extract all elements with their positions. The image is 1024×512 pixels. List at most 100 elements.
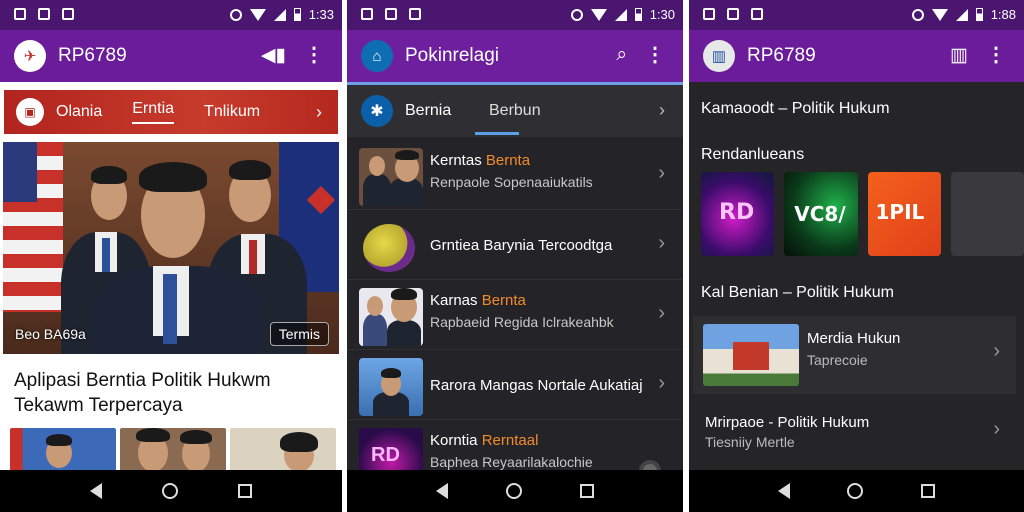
featured-card[interactable]: [950, 172, 1024, 256]
home-icon[interactable]: [506, 483, 522, 499]
status-time: 1:30: [649, 7, 675, 22]
list-item[interactable]: Kerntas Bernta Renpaole Sopenaaiukatils …: [347, 140, 683, 210]
item-subtitle: Baphea Reyaarilakalochie: [430, 454, 593, 470]
us-flag-image: [3, 142, 63, 312]
featured-card[interactable]: 1PIL: [867, 172, 941, 256]
phone-screen-1: 1:33 ✈ RP6789 ◀▮ ⋮ ▣ Olania Erntia Tnlik…: [0, 0, 342, 512]
status-bar: 1:88: [689, 0, 1024, 30]
library-icon[interactable]: ▥: [950, 44, 968, 67]
section-heading: Kal Benian – Politik Hukum: [701, 284, 894, 301]
more-menu-icon[interactable]: ⋮: [645, 42, 665, 67]
featured-card[interactable]: RD: [701, 172, 775, 256]
item-subtitle: Rapbaeid Regida Iclrakeahbk: [430, 314, 614, 330]
back-icon[interactable]: [90, 483, 102, 499]
back-icon[interactable]: [436, 483, 448, 499]
news-list: Kerntas Bernta Renpaole Sopenaaiukatils …: [347, 140, 683, 490]
item-subtitle: Tiesniiy Mertle: [705, 434, 795, 450]
recent-apps-icon[interactable]: [580, 484, 594, 498]
tab-tnlikum[interactable]: Tnlikum: [204, 103, 260, 121]
item-thumbnail: [359, 288, 423, 346]
item-title: Grntiea Barynia Tercoodtga: [430, 237, 613, 254]
more-menu-icon[interactable]: ⋮: [304, 42, 324, 67]
list-item[interactable]: Grntiea Barynia Tercoodtga ›: [347, 210, 683, 280]
news-thumbnail[interactable]: [10, 428, 116, 472]
chevron-right-icon: ›: [658, 372, 665, 394]
chevron-right-icon: ›: [658, 162, 665, 184]
news-thumbnails: [10, 428, 342, 472]
tab-bernia[interactable]: Bernia: [405, 102, 451, 120]
phone-screen-2: 1:30 ⌂ Pokinrelagi ⌕ ⋮ ✱ Bernia Berbun ›…: [347, 0, 683, 512]
search-icon[interactable]: ⌕: [616, 44, 627, 66]
status-icon: [703, 8, 715, 20]
system-nav-bar: [347, 470, 683, 512]
recent-apps-icon[interactable]: [238, 484, 252, 498]
wifi-icon: [249, 8, 266, 21]
signal-icon: [955, 8, 968, 21]
chevron-right-icon[interactable]: ›: [659, 100, 665, 121]
item-title: Korntia Rerntaal: [430, 432, 539, 449]
app-bar: ⌂ Pokinrelagi ⌕ ⋮: [347, 30, 683, 82]
battery-icon: [634, 8, 642, 21]
recent-apps-icon[interactable]: [921, 484, 936, 498]
list-item[interactable]: Merdia Hukun Taprecoie ›: [693, 316, 1016, 394]
item-title: Kerntas Bernta: [430, 152, 531, 169]
signal-icon: [273, 8, 286, 21]
system-nav-bar: [689, 470, 1024, 512]
app-bar: ✈ RP6789 ◀▮ ⋮: [0, 30, 342, 82]
alarm-icon: [570, 8, 583, 21]
item-title: Merdia Hukun: [807, 330, 901, 347]
chevron-right-icon: ›: [993, 418, 1000, 440]
item-title: Rarora Mangas Nortale Aukatiaj: [430, 377, 643, 394]
home-icon[interactable]: [162, 483, 178, 499]
tab-olania[interactable]: Olania: [56, 103, 102, 121]
list-item[interactable]: Karnas Bernta Rapbaeid Regida Iclrakeahb…: [347, 280, 683, 350]
tab-erntia[interactable]: Erntia: [132, 100, 175, 124]
app-logo-icon[interactable]: ✈: [14, 40, 46, 72]
battery-icon: [293, 8, 301, 21]
item-subtitle: Renpaole Sopenaaiukatils: [430, 174, 593, 190]
chevron-right-icon[interactable]: ›: [316, 102, 322, 123]
news-thumbnail[interactable]: [230, 428, 336, 472]
hero-image[interactable]: Beo BA69a Termis: [3, 142, 339, 354]
status-icon: [62, 8, 74, 20]
status-time: 1:33: [308, 7, 334, 22]
app-title: RP6789: [747, 45, 816, 66]
list-item[interactable]: Mrirpaoe - Politik Hukum Tiesniiy Mertle…: [693, 398, 1016, 462]
announce-icon[interactable]: ◀▮: [261, 44, 286, 67]
item-title: Karnas Bernta: [430, 292, 526, 309]
back-icon[interactable]: [777, 483, 790, 499]
app-logo-icon[interactable]: ⌂: [361, 40, 393, 72]
item-thumbnail: [703, 324, 799, 386]
item-subtitle: Taprecoie: [807, 352, 868, 368]
status-icon: [361, 8, 373, 20]
item-thumbnail: [359, 218, 423, 276]
phone-screen-3: 1:88 ▥ RP6789 ▥ ⋮ Kamaoodt – Politik Huk…: [689, 0, 1024, 512]
app-logo-icon[interactable]: ▥: [703, 40, 735, 72]
signal-icon: [614, 8, 627, 21]
chevron-right-icon: ›: [993, 340, 1000, 362]
status-bar: 1:30: [347, 0, 683, 30]
tab-berbun[interactable]: Berbun: [489, 102, 541, 120]
headline[interactable]: Aplipasi Berntia Politik Hukwm Tekawm Te…: [14, 368, 332, 418]
featured-cards: RD VC8/ 1PIL: [701, 172, 1024, 256]
app-title: RP6789: [58, 45, 127, 66]
hero-category-badge[interactable]: Termis: [269, 322, 329, 346]
status-bar: 1:33: [0, 0, 342, 30]
battery-icon: [975, 8, 983, 21]
list-item[interactable]: Rarora Mangas Nortale Aukatiaj ›: [347, 350, 683, 420]
wifi-icon: [931, 8, 948, 21]
status-icon: [727, 8, 739, 20]
featured-card[interactable]: VC8/: [784, 172, 858, 256]
item-title: Mrirpaoe - Politik Hukum: [705, 414, 870, 431]
news-thumbnail[interactable]: [120, 428, 226, 472]
more-menu-icon[interactable]: ⋮: [986, 42, 1006, 67]
home-icon[interactable]: [847, 483, 864, 499]
chevron-right-icon: ›: [658, 302, 665, 324]
system-nav-bar: [0, 470, 342, 512]
app-title: Pokinrelagi: [405, 45, 499, 66]
category-tabs: ▣ Olania Erntia Tnlikum ›: [4, 90, 338, 134]
app-bar: ▥ RP6789 ▥ ⋮: [689, 30, 1024, 82]
hero-caption: Beo BA69a: [15, 326, 86, 342]
active-tab-indicator: [475, 132, 519, 135]
tab-logo-icon: ▣: [16, 98, 44, 126]
